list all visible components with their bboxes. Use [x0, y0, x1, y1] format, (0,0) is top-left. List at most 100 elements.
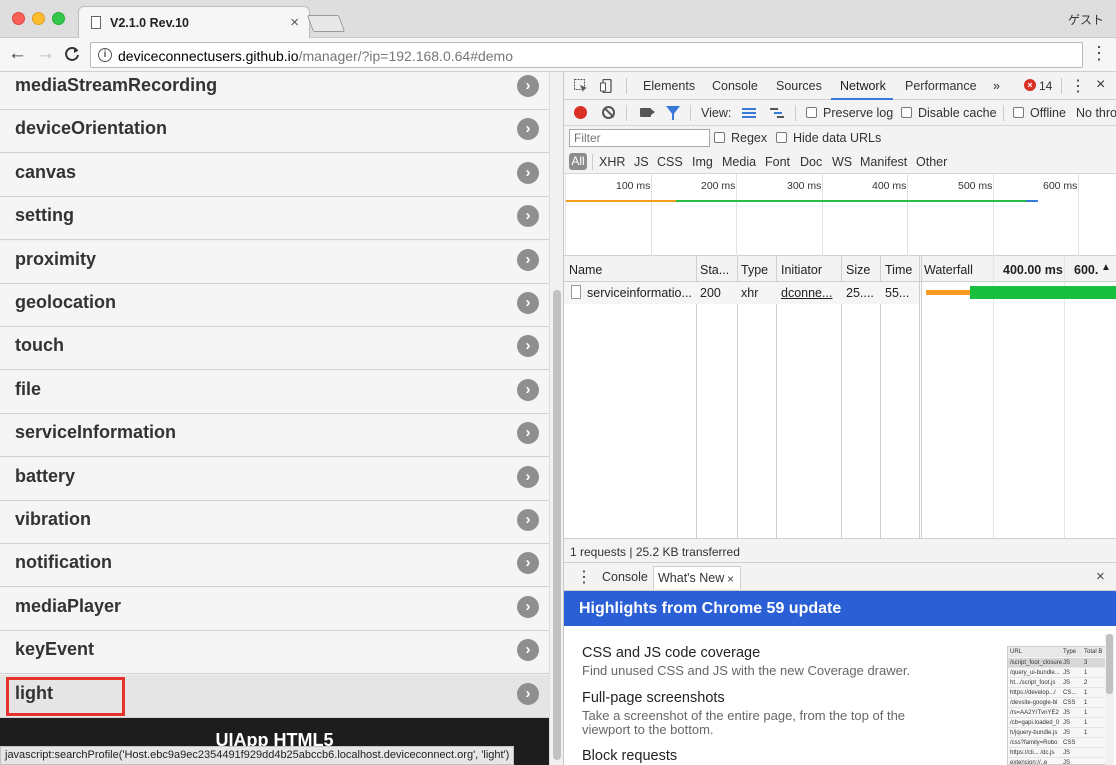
chevron-right-icon[interactable]: ›: [517, 552, 539, 575]
tab-performance[interactable]: Performance: [905, 79, 977, 93]
type-filter-doc[interactable]: Doc: [800, 155, 822, 169]
profile-list-item[interactable]: geolocation ›: [0, 284, 549, 327]
network-overview[interactable]: 100 ms 200 ms 300 ms 400 ms 500 ms 600 m…: [564, 174, 1116, 256]
offline-checkbox[interactable]: [1013, 107, 1024, 118]
profile-name[interactable]: ゲスト: [1068, 11, 1104, 28]
forward-arrow-icon[interactable]: →: [36, 44, 55, 64]
error-count[interactable]: 14: [1039, 79, 1052, 93]
profile-list-item[interactable]: mediaPlayer ›: [0, 587, 549, 631]
throttling-select[interactable]: No throt: [1076, 106, 1116, 120]
minimize-window-button[interactable]: [32, 12, 45, 25]
hide-data-urls-checkbox[interactable]: [776, 132, 787, 143]
tab-close-icon[interactable]: ×: [290, 14, 299, 31]
record-icon[interactable]: [574, 106, 587, 119]
profile-list-item[interactable]: notification ›: [0, 544, 549, 588]
disable-cache-checkbox[interactable]: [901, 107, 912, 118]
feature-title[interactable]: Full-page screenshots: [582, 690, 725, 706]
device-toolbar-icon[interactable]: [600, 78, 614, 95]
more-tabs-icon[interactable]: »: [993, 79, 1000, 93]
whats-new-scrollbar-thumb[interactable]: [1106, 634, 1113, 694]
tab-sources[interactable]: Sources: [776, 79, 822, 93]
type-filter-ws[interactable]: WS: [832, 155, 852, 169]
large-rows-icon[interactable]: [742, 108, 756, 118]
profile-list-item[interactable]: light ›: [0, 674, 549, 718]
browser-menu-icon[interactable]: ⋮: [1090, 43, 1108, 63]
profile-list-item[interactable]: mediaStreamRecording ›: [0, 72, 549, 110]
info-icon[interactable]: i: [98, 48, 112, 62]
close-tab-icon[interactable]: ×: [727, 572, 734, 587]
profile-list-item[interactable]: touch ›: [0, 327, 549, 371]
chevron-right-icon[interactable]: ›: [517, 161, 539, 184]
new-tab-button[interactable]: [306, 15, 346, 32]
chevron-right-icon[interactable]: ›: [517, 118, 539, 141]
tab-elements[interactable]: Elements: [643, 79, 695, 93]
feature-title[interactable]: Block requests: [582, 748, 677, 764]
profile-list-item[interactable]: vibration ›: [0, 501, 549, 544]
waterfall-waiting-bar[interactable]: [926, 290, 970, 295]
drawer-tab-console[interactable]: Console: [602, 570, 648, 584]
waterfall-download-bar[interactable]: [970, 286, 1116, 299]
overview-icon[interactable]: [770, 108, 784, 118]
type-filter-font[interactable]: Font: [765, 155, 790, 169]
chevron-right-icon[interactable]: ›: [517, 205, 539, 228]
clear-icon[interactable]: [602, 106, 615, 119]
close-window-button[interactable]: [12, 12, 25, 25]
address-bar[interactable]: i deviceconnectusers.github.io/manager/?…: [90, 42, 1083, 68]
tab-console[interactable]: Console: [712, 79, 758, 93]
request-initiator-link[interactable]: dconne...: [781, 286, 832, 300]
profile-list-item[interactable]: deviceOrientation ›: [0, 110, 549, 154]
profile-list-item[interactable]: proximity ›: [0, 240, 549, 284]
sort-up-icon[interactable]: ▲: [1101, 262, 1111, 273]
tab-network[interactable]: Network: [840, 79, 886, 93]
chevron-right-icon[interactable]: ›: [517, 595, 539, 618]
error-icon[interactable]: ×: [1024, 79, 1036, 91]
chevron-right-icon[interactable]: ›: [517, 465, 539, 488]
zoom-window-button[interactable]: [52, 12, 65, 25]
devtools-close-icon[interactable]: ×: [1096, 76, 1105, 94]
type-filter-css[interactable]: CSS: [657, 155, 683, 169]
column-waterfall[interactable]: Waterfall: [924, 263, 973, 277]
profile-list-item[interactable]: canvas ›: [0, 153, 549, 197]
chevron-right-icon[interactable]: ›: [517, 292, 539, 314]
page-scrollbar-thumb[interactable]: [553, 290, 561, 760]
preserve-log-checkbox[interactable]: [806, 107, 817, 118]
page-scrollbar[interactable]: [549, 72, 563, 765]
chevron-right-icon[interactable]: ›: [517, 378, 539, 401]
back-arrow-icon[interactable]: ←: [8, 44, 27, 64]
table-row[interactable]: serviceinformatio... 200 xhr dconne... 2…: [564, 282, 919, 304]
type-filter-xhr[interactable]: XHR: [599, 155, 625, 169]
regex-label[interactable]: Regex: [731, 131, 767, 145]
profile-list-item[interactable]: setting ›: [0, 197, 549, 241]
chevron-right-icon[interactable]: ›: [517, 639, 539, 662]
drawer-close-icon[interactable]: ×: [1096, 569, 1105, 584]
type-filter-manifest[interactable]: Manifest: [860, 155, 907, 169]
type-filter-js[interactable]: JS: [634, 155, 649, 169]
whats-new-scrollbar[interactable]: [1105, 634, 1114, 765]
hide-data-urls-label[interactable]: Hide data URLs: [793, 131, 881, 145]
column-name[interactable]: Name: [569, 263, 602, 277]
profile-list-item[interactable]: battery ›: [0, 457, 549, 501]
chevron-right-icon[interactable]: ›: [517, 422, 539, 445]
regex-checkbox[interactable]: [714, 132, 725, 143]
drawer-tab-whats-new[interactable]: What's New ×: [653, 566, 741, 589]
chevron-right-icon[interactable]: ›: [517, 682, 539, 705]
filter-input[interactable]: [569, 129, 710, 147]
chevron-right-icon[interactable]: ›: [517, 509, 539, 531]
url-text[interactable]: deviceconnectusers.github.io/manager/?ip…: [118, 48, 513, 64]
column-time[interactable]: Time: [885, 263, 912, 277]
type-filter-media[interactable]: Media: [722, 155, 756, 169]
chevron-right-icon[interactable]: ›: [517, 75, 539, 97]
column-type[interactable]: Type: [741, 263, 768, 277]
column-initiator[interactable]: Initiator: [781, 263, 822, 277]
chevron-right-icon[interactable]: ›: [517, 335, 539, 358]
preserve-log-label[interactable]: Preserve log: [823, 106, 893, 120]
column-size[interactable]: Size: [846, 263, 870, 277]
filter-icon[interactable]: [666, 106, 680, 120]
column-status[interactable]: Sta...: [700, 263, 729, 277]
profile-list-item[interactable]: file ›: [0, 370, 549, 414]
drawer-menu-icon[interactable]: ⋮: [576, 567, 592, 587]
type-filter-all[interactable]: All: [569, 153, 587, 170]
profile-list-item[interactable]: serviceInformation ›: [0, 414, 549, 458]
offline-label[interactable]: Offline: [1030, 106, 1066, 120]
feature-title[interactable]: CSS and JS code coverage: [582, 645, 760, 661]
